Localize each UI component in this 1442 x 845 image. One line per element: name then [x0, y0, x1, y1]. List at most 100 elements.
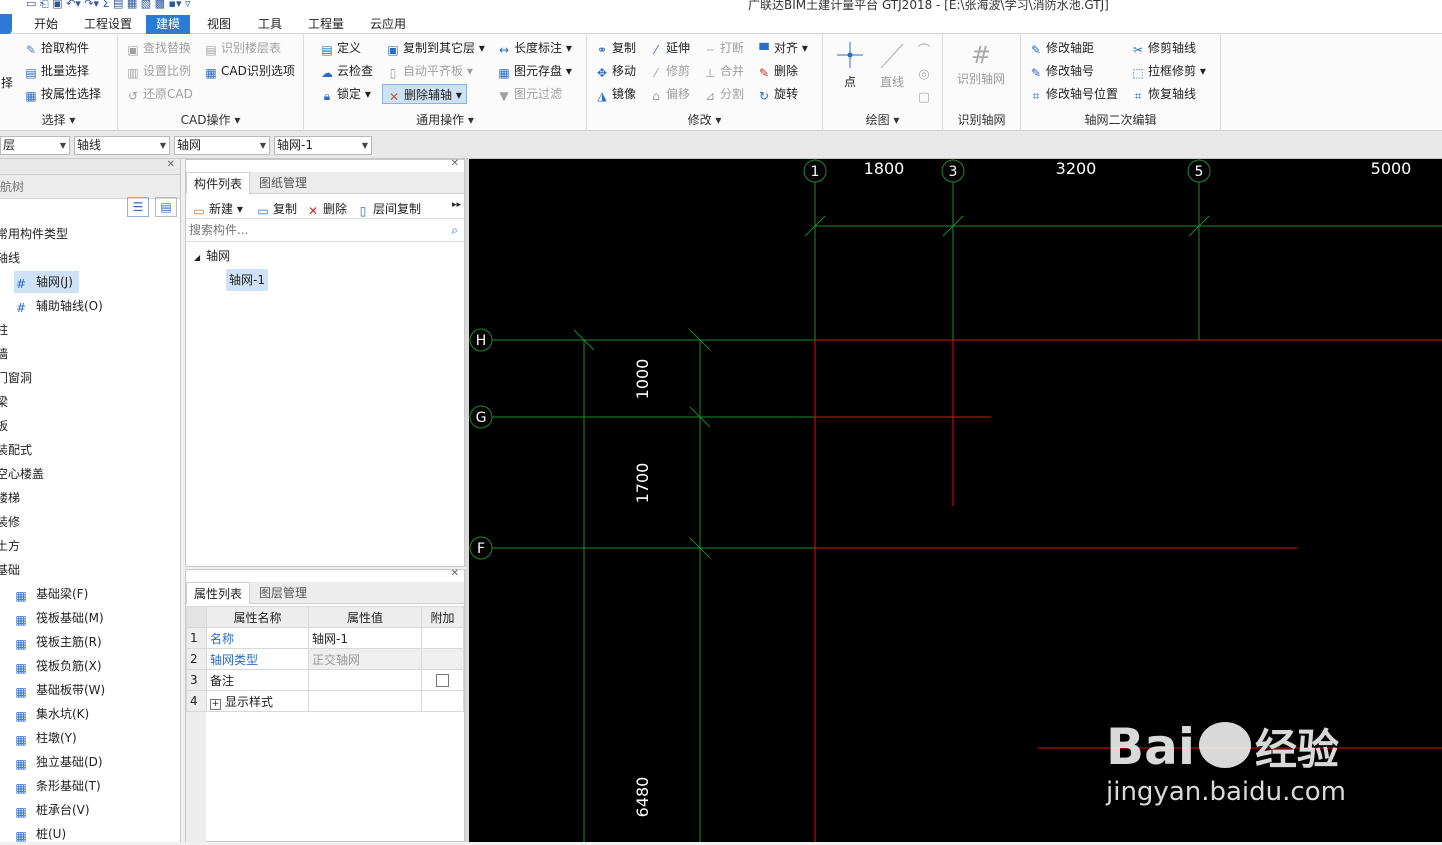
cad-identify-options-button[interactable]: ▦ CAD识别选项 — [204, 61, 295, 81]
search-icon[interactable]: ⌕ — [451, 223, 458, 238]
component-select[interactable]: 轴网-1 ▼ — [274, 136, 372, 155]
sidebar-item-slab[interactable]: 板 — [0, 415, 8, 437]
draw-group-label[interactable]: 绘图 ▾ — [823, 111, 942, 128]
identify-floor-table-button[interactable]: ▤ 识别楼层表 — [204, 38, 281, 58]
arc-icons[interactable]: ⌒ ◎ ▢ — [915, 40, 933, 109]
cad-group-label[interactable]: CAD操作 ▾ — [118, 111, 303, 128]
define-button[interactable]: ▤ 定义 — [320, 38, 361, 58]
sidebar-item-sump[interactable]: ▦ 集水坑(K) — [14, 703, 95, 725]
sidebar-item-isolated-foundation[interactable]: ▦ 独立基础(D) — [14, 751, 109, 773]
mirror-button[interactable]: ◮ 镜像 — [595, 84, 636, 104]
save-icon[interactable]: ▭ ⎗ ▣ ↶▾ ↷▾ Σ ▤ ▦ ▧ ▩ ▪▾ ▿ — [26, 0, 191, 11]
property-value[interactable]: 轴网-1 — [308, 627, 422, 649]
sidebar-item-common-types[interactable]: 常用构件类型 — [0, 223, 68, 245]
modify-axis-distance-button[interactable]: ✎ 修改轴距 — [1029, 38, 1094, 58]
sidebar-item-column-pier[interactable]: ▦ 柱墩(Y) — [14, 727, 83, 749]
tab-start[interactable]: 开始 — [24, 15, 68, 34]
property-value[interactable] — [308, 690, 422, 712]
delete-aux-axis-button[interactable]: ✕ 删除辅轴 ▾ — [382, 84, 467, 104]
tab-modeling[interactable]: 建模 — [146, 15, 191, 34]
drawing-canvas[interactable]: 1 3 5 H G F 1800 3200 5000 1000 1700 648… — [469, 159, 1442, 842]
more-icon[interactable]: ▸▸ — [452, 200, 461, 210]
close-icon[interactable]: ✕ — [167, 159, 175, 170]
common-ops-group-label[interactable]: 通用操作 ▾ — [304, 111, 586, 128]
sidebar-item-foundation[interactable]: 基础 — [0, 559, 20, 581]
copy-button[interactable]: ⚭ 复制 — [595, 38, 636, 58]
extend-button[interactable]: ⁄ 延伸 — [649, 38, 690, 58]
close-icon[interactable]: ✕ — [451, 158, 459, 169]
tab-tools[interactable]: 工具 — [248, 15, 292, 34]
merge-button[interactable]: ⊥ 合并 — [703, 61, 744, 81]
batch-select-button[interactable]: ▤ 批量选择 — [24, 61, 89, 81]
sidebar-item-decoration[interactable]: 装修 — [0, 511, 20, 533]
sidebar-item-prefab[interactable]: 装配式 — [0, 439, 32, 461]
rotate-button[interactable]: ↻ 旋转 — [757, 84, 798, 104]
sidebar-item-hollow-floor[interactable]: 空心楼盖 — [0, 463, 44, 485]
app-logo[interactable] — [0, 14, 12, 34]
sidebar-item-raft-neg-rebar[interactable]: ▦ 筏板负筋(X) — [14, 655, 108, 677]
detail-view-icon[interactable]: ▤ — [155, 197, 177, 217]
sidebar-item-foundation-beam[interactable]: ▦ 基础梁(F) — [14, 583, 94, 605]
cloud-check-button[interactable]: ☁ 云检查 — [320, 61, 373, 81]
sidebar-item-axis[interactable]: 轴线 — [0, 247, 20, 269]
auto-flush-slab-button[interactable]: ▯ 自动平齐板 ▾ — [386, 61, 473, 81]
additional-checkbox[interactable] — [436, 674, 449, 687]
trim-axis-button[interactable]: ✂ 修剪轴线 — [1131, 38, 1196, 58]
tree-group-axis-grid[interactable]: ◢ 轴网 — [194, 245, 230, 267]
sidebar-item-door-window[interactable]: 门窗洞 — [0, 367, 32, 389]
component-item-grid-1[interactable]: 轴网-1 — [226, 269, 268, 291]
offset-button[interactable]: ⌂ 偏移 — [649, 84, 690, 104]
tab-drawing-management[interactable]: 图纸管理 — [252, 172, 314, 194]
element-filter-button[interactable]: ▼ 图元过滤 — [497, 84, 562, 104]
modify-axis-number-button[interactable]: ✎ 修改轴号 — [1029, 61, 1094, 81]
component-search[interactable]: ⌕ — [186, 220, 464, 242]
copy-component-button[interactable]: ▭ 复制 — [256, 200, 297, 218]
sidebar-item-earthwork[interactable]: 土方 — [0, 535, 20, 557]
table-row[interactable]: 1 名称 轴网-1 — [186, 627, 464, 649]
modify-group-label[interactable]: 修改 ▾ — [587, 111, 822, 128]
modify-axis-number-position-button[interactable]: ⌗ 修改轴号位置 — [1029, 84, 1118, 104]
sidebar-item-foundation-strip[interactable]: ▦ 基础板带(W) — [14, 679, 111, 701]
restore-axis-button[interactable]: ⌗ 恢复轴线 — [1131, 84, 1196, 104]
tab-project-settings[interactable]: 工程设置 — [74, 15, 142, 34]
table-row[interactable]: 2 轴网类型 正交轴网 — [186, 648, 464, 670]
sidebar-item-pile-cap[interactable]: ▦ 桩承台(V) — [14, 799, 96, 821]
split-button[interactable]: ⊿ 分割 — [703, 84, 744, 104]
sidebar-item-axis-grid[interactable]: # 轴网(J) — [14, 271, 79, 293]
pick-component-button[interactable]: ✎ 拾取构件 — [24, 38, 89, 58]
search-input[interactable] — [186, 220, 436, 240]
sidebar-item-aux-axis[interactable]: # 辅助轴线(O) — [14, 295, 109, 317]
delete-button[interactable]: ✎ 删除 — [757, 61, 798, 81]
sidebar-item-column[interactable]: 柱 — [0, 319, 8, 341]
sidebar-item-strip-foundation[interactable]: ▦ 条形基础(T) — [14, 775, 107, 797]
lock-button[interactable]: 🔒︎ 锁定 ▾ — [320, 84, 371, 104]
collapse-icon[interactable]: ◢ — [194, 253, 200, 262]
category-select[interactable]: 轴线 ▼ — [74, 136, 170, 155]
table-row[interactable]: 4 + 显示样式 — [186, 690, 464, 712]
copy-between-floors-button[interactable]: ▯ 层间复制 — [356, 200, 421, 218]
close-icon[interactable]: ✕ — [451, 568, 459, 579]
sidebar-item-beam[interactable]: 梁 — [0, 391, 8, 413]
tab-component-list[interactable]: 构件列表 — [186, 172, 251, 194]
set-scale-button[interactable]: ▥ 设置比例 — [126, 61, 191, 81]
tab-layer-management[interactable]: 图层管理 — [252, 582, 314, 604]
element-save-button[interactable]: ▦ 图元存盘 ▾ — [497, 61, 572, 81]
property-value[interactable] — [308, 669, 422, 691]
sidebar-item-stair[interactable]: 楼梯 — [0, 487, 20, 509]
table-row[interactable]: 3 备注 — [186, 669, 464, 691]
delete-component-button[interactable]: ✕ 删除 — [306, 200, 347, 218]
move-button[interactable]: ✥ 移动 — [595, 61, 636, 81]
length-dimension-button[interactable]: ↔ 长度标注 ▾ — [497, 38, 572, 58]
tab-view[interactable]: 视图 — [197, 15, 241, 34]
list-view-icon[interactable]: ☰ — [127, 197, 149, 217]
tab-cloud[interactable]: 云应用 — [360, 15, 416, 34]
new-component-button[interactable]: ▭ 新建 ▾ — [192, 200, 243, 218]
expand-icon[interactable]: + — [210, 698, 221, 710]
restore-cad-button[interactable]: ↺ 还原CAD — [126, 84, 193, 104]
box-trim-button[interactable]: ⬚ 拉框修剪 ▾ — [1131, 61, 1206, 81]
type-select[interactable]: 轴网 ▼ — [174, 136, 270, 155]
sidebar-item-wall[interactable]: 墙 — [0, 343, 8, 365]
copy-to-other-floor-button[interactable]: ▣ 复制到其它层 ▾ — [386, 38, 485, 58]
select-group-label[interactable]: 选择 ▾ — [0, 111, 117, 128]
sidebar-item-raft-main-rebar[interactable]: ▦ 筏板主筋(R) — [14, 631, 108, 653]
